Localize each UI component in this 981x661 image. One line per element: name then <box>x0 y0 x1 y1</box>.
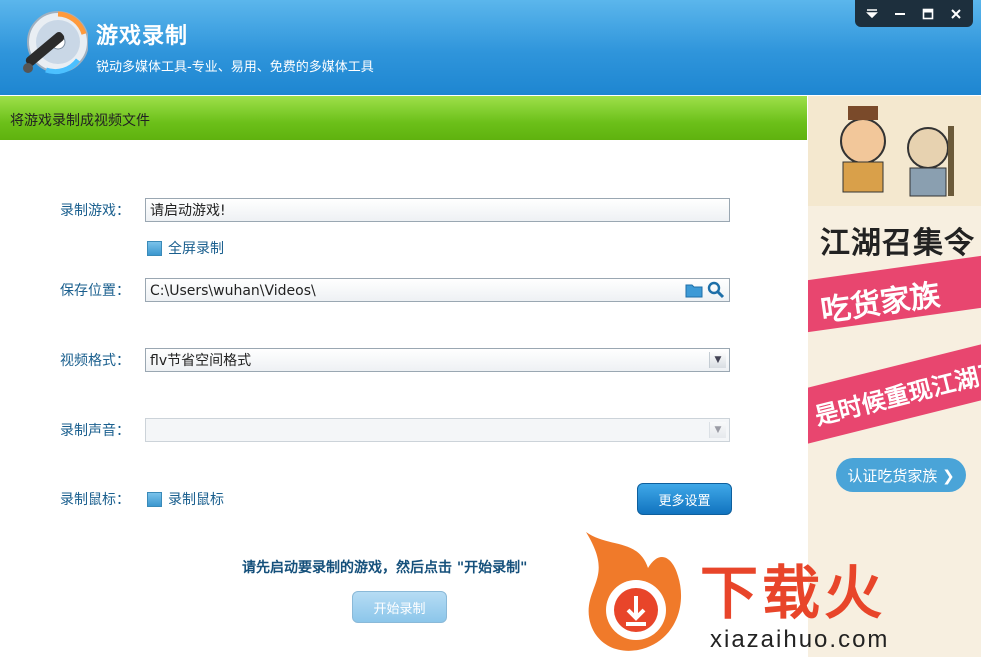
app-subtitle: 锐动多媒体工具-专业、易用、免费的多媒体工具 <box>96 60 374 75</box>
audio-select[interactable]: ▼ <box>145 418 730 442</box>
format-select[interactable]: flv节省空间格式 ▼ <box>145 348 730 372</box>
watermark-url: xiazaihuo.com <box>710 626 890 653</box>
start-recording-button[interactable]: 开始录制 <box>352 591 447 623</box>
window-controls <box>855 0 973 27</box>
record-mouse-checkbox[interactable]: 录制鼠标 <box>147 489 224 509</box>
mouse-label: 录制鼠标： <box>60 492 130 508</box>
format-label: 视频格式： <box>60 353 130 369</box>
chevron-down-icon[interactable]: ▼ <box>709 422 726 438</box>
save-location-label: 保存位置： <box>60 283 130 299</box>
game-label: 录制游戏： <box>60 203 130 219</box>
ad-illustration <box>808 96 981 206</box>
fullscreen-checkbox[interactable]: 全屏录制 <box>147 238 224 258</box>
menu-icon[interactable] <box>859 3 885 25</box>
game-field[interactable]: 请启动游戏! <box>145 198 730 222</box>
ad-headline: 江湖召集令 <box>820 226 975 261</box>
title-bar: 游戏录制 锐动多媒体工具-专业、易用、免费的多媒体工具 <box>0 0 981 95</box>
checkbox-icon[interactable] <box>147 240 162 256</box>
save-location-field[interactable]: C:\Users\wuhan\Videos\ <box>145 278 730 302</box>
more-settings-button[interactable]: 更多设置 <box>637 483 732 515</box>
app-logo-icon <box>23 11 88 75</box>
watermark-text: 下载火 <box>700 559 887 627</box>
maximize-icon[interactable] <box>915 3 941 25</box>
record-mouse-label: 录制鼠标 <box>168 492 224 508</box>
ad-cta-button[interactable]: 认证吃货家族 ❯ <box>836 458 966 492</box>
section-header: 将游戏录制成视频文件 <box>0 96 807 140</box>
search-icon[interactable] <box>707 281 725 304</box>
app-title: 游戏录制 <box>96 24 189 49</box>
chevron-down-icon[interactable]: ▼ <box>709 352 726 368</box>
fullscreen-label: 全屏录制 <box>168 241 224 257</box>
section-title: 将游戏录制成视频文件 <box>10 113 150 129</box>
checkbox-icon[interactable] <box>147 491 162 507</box>
hint-text: 请先启动要录制的游戏，然后点击 "开始录制" <box>242 560 528 576</box>
audio-label: 录制声音： <box>60 423 130 439</box>
close-icon[interactable] <box>943 3 969 25</box>
save-location-value: C:\Users\wuhan\Videos\ <box>150 283 316 299</box>
folder-icon[interactable] <box>685 282 703 303</box>
minimize-icon[interactable] <box>887 3 913 25</box>
format-value: flv节省空间格式 <box>150 353 252 369</box>
